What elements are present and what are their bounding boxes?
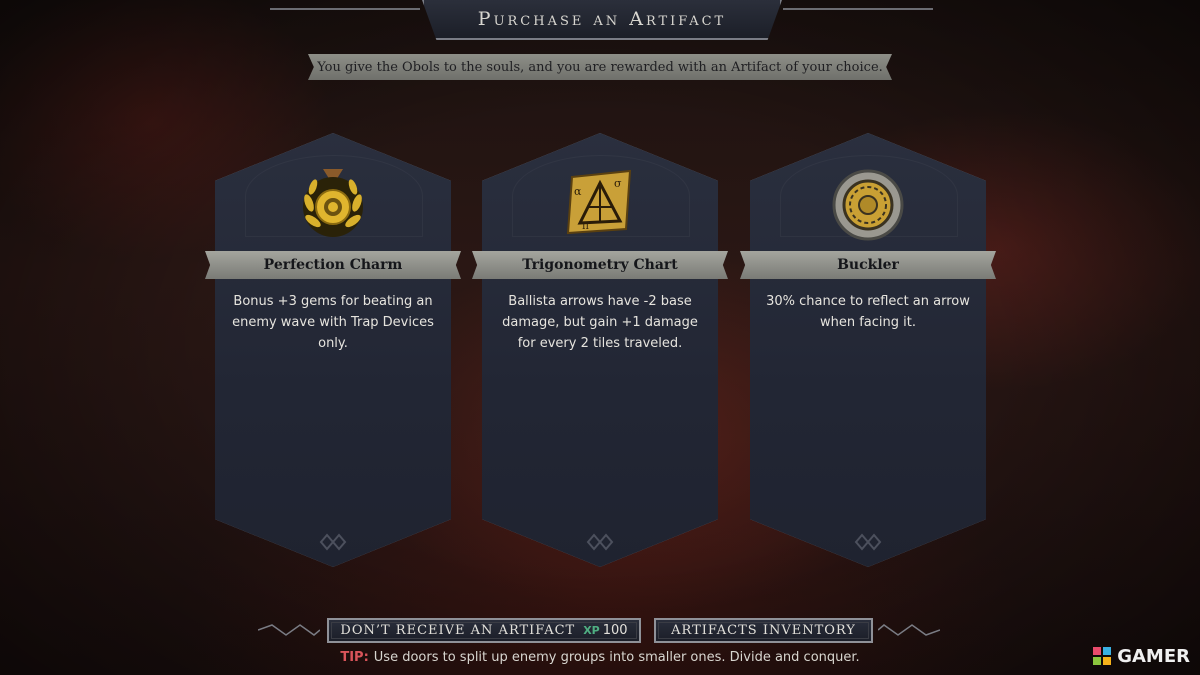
- decline-artifact-label: DON’T RECEIVE AN ARTIFACT: [340, 623, 576, 638]
- tip-label: TIP:: [340, 650, 369, 665]
- card-title: Perfection Charm: [205, 251, 461, 279]
- svg-text:α: α: [574, 185, 582, 198]
- artifacts-inventory-button[interactable]: ARTIFACTS INVENTORY: [654, 618, 873, 643]
- ornament-left-icon: [258, 624, 320, 636]
- xp-cost-value: 100: [602, 623, 628, 638]
- decline-artifact-button[interactable]: DON’T RECEIVE AN ARTIFACT XP 100: [327, 618, 641, 643]
- title-rule-right: [783, 8, 933, 10]
- watermark-text: GAMER: [1117, 645, 1190, 667]
- knot-ornament-icon: [586, 533, 614, 551]
- ornament-right-icon: [878, 624, 940, 636]
- title-rule-left: [270, 8, 420, 10]
- svg-text:σ: σ: [614, 177, 622, 190]
- knot-ornament-icon: [319, 533, 347, 551]
- round-shield-icon: [832, 169, 904, 241]
- gamer-watermark: GAMER: [1091, 645, 1190, 667]
- card-title: Buckler: [740, 251, 996, 279]
- card-title: Trigonometry Chart: [472, 251, 728, 279]
- tip-text: TIP: Use doors to split up enemy groups i…: [0, 650, 1200, 665]
- triangle-chart-icon: α σ II: [566, 169, 632, 235]
- artifact-card-trigonometry-chart[interactable]: α σ II Trigonometry Chart Ballista arrow…: [472, 133, 728, 567]
- xp-cost: XP 100: [583, 623, 627, 638]
- page-title: Purchase an Artifact: [422, 0, 782, 40]
- svg-text:II: II: [582, 222, 590, 232]
- title-banner: Purchase an Artifact: [0, 0, 1200, 40]
- laurel-medal-icon: [303, 169, 363, 237]
- knot-ornament-icon: [854, 533, 882, 551]
- tip-message: Use doors to split up enemy groups into …: [373, 650, 860, 665]
- card-description: Ballista arrows have -2 base damage, but…: [502, 294, 698, 351]
- gamer-logo-icon: [1093, 647, 1112, 665]
- artifacts-inventory-label: ARTIFACTS INVENTORY: [671, 623, 856, 638]
- xp-icon: XP: [583, 624, 600, 637]
- subtitle: You give the Obols to the souls, and you…: [308, 54, 892, 80]
- card-description: Bonus +3 gems for beating an enemy wave …: [232, 294, 434, 351]
- card-description: 30% chance to reflect an arrow when faci…: [766, 294, 970, 330]
- artifact-card-buckler[interactable]: Buckler 30% chance to reflect an arrow w…: [740, 133, 996, 567]
- artifact-card-perfection-charm[interactable]: Perfection Charm Bonus +3 gems for beati…: [205, 133, 461, 567]
